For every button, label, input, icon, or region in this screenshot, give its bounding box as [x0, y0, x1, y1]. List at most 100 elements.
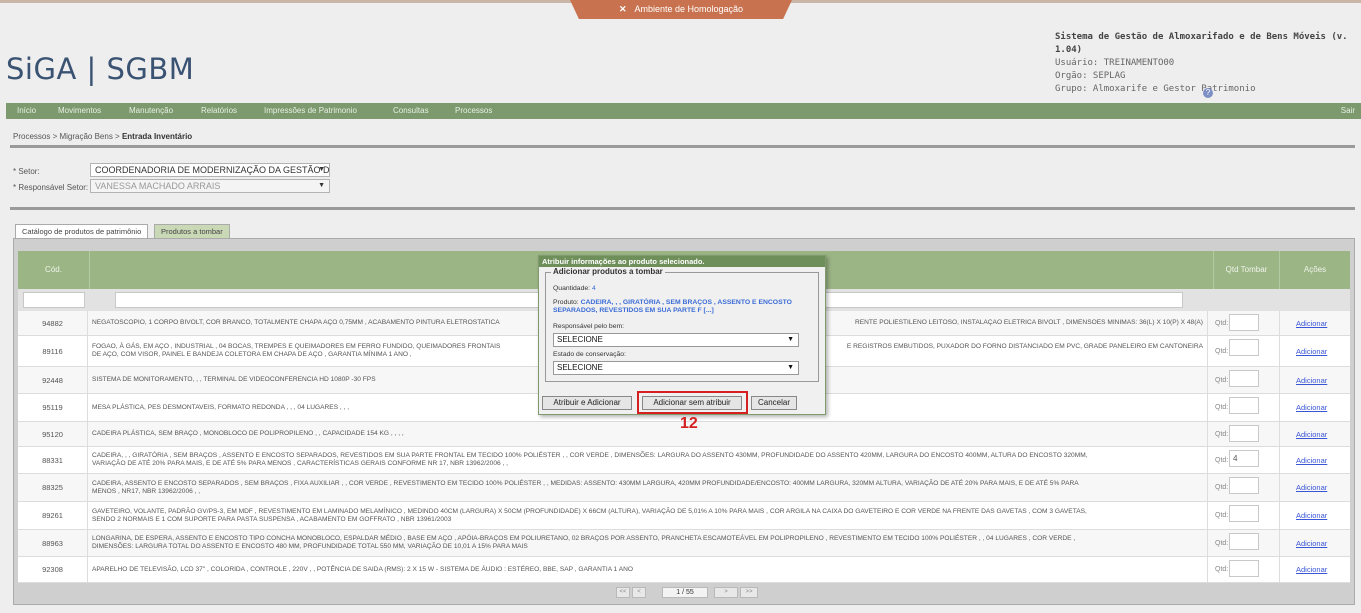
column-divider: [1279, 447, 1280, 473]
org-info: Orgão: SEPLAG: [1055, 71, 1126, 81]
table-row[interactable]: 88325 CADEIRA, ASSENTO E ENCOSTO SEPARADO…: [18, 474, 1350, 502]
quantidade-row: Quantidade: 4: [553, 285, 596, 292]
column-divider: [1279, 336, 1280, 366]
descricao-line-1: LONGARINA, DE ESPERA, ASSENTO E ENCOSTO …: [92, 535, 1076, 542]
add-products-fieldset: Adicionar produtos a tombar Quantidade: …: [545, 267, 819, 382]
system-title: Sistema de Gestão de Almoxarifado e de B…: [1055, 32, 1348, 55]
col-cod[interactable]: Cód.: [18, 251, 90, 289]
descricao-line-2: DIMENSÕES: LARGURA TOTAL DO ASSENTO E EN…: [92, 543, 528, 550]
qtd-input[interactable]: [1229, 397, 1259, 414]
menu-item-inicio[interactable]: Início: [17, 103, 36, 119]
step-highlight-box: [637, 391, 748, 414]
cell-descricao: APARELHO DE TELEVISÃO, LCD 37" , COLORID…: [90, 557, 1208, 582]
pager-last-button[interactable]: >>: [740, 587, 758, 598]
qtd-label: Qtd:: [1215, 404, 1229, 411]
setor-select[interactable]: COORDENADORIA DE MODERNIZAÇÃO DA GESTÃO …: [90, 163, 330, 177]
menu-item-movimentos[interactable]: Movimentos: [58, 103, 101, 119]
logout-link[interactable]: Sair: [1341, 103, 1355, 119]
filter-cod-input[interactable]: [23, 292, 85, 308]
divider: [10, 145, 1355, 148]
col-qtd-tombar: Qtd Tombar: [1214, 251, 1280, 289]
pager-first-button[interactable]: <<: [616, 587, 630, 598]
tab-produtos-a-tombar[interactable]: Produtos a tombar: [154, 224, 230, 238]
qtd-label: Qtd:: [1215, 484, 1229, 491]
breadcrumb: Processos > Migração Bens > Entrada Inve…: [13, 132, 192, 141]
produto-value: CADEIRA, , , GIRATÓRIA , SEM BRAÇOS , AS…: [553, 299, 792, 314]
cell-cod: 92308: [18, 557, 88, 582]
adicionar-link[interactable]: Adicionar: [1296, 447, 1327, 473]
cell-cod: 88963: [18, 530, 88, 556]
column-divider: [1279, 394, 1280, 421]
descricao-line-1: CADEIRA, , , GIRATÓRIA , SEM BRAÇOS , AS…: [92, 452, 1088, 459]
column-divider: [1279, 367, 1280, 393]
qtd-input[interactable]: [1229, 425, 1259, 442]
adicionar-link[interactable]: Adicionar: [1296, 557, 1327, 582]
system-info: Sistema de Gestão de Almoxarifado e de B…: [1055, 31, 1361, 96]
help-icon[interactable]: ?: [1203, 88, 1213, 98]
col-acoes: Ações: [1303, 265, 1327, 274]
menu-item-impressoes[interactable]: Impressões de Patrimonio: [264, 103, 357, 119]
atribuir-adicionar-button[interactable]: Atribuir e Adicionar: [542, 396, 632, 410]
cell-cod: 94882: [18, 311, 88, 335]
column-divider: [1279, 474, 1280, 501]
cell-descricao: LONGARINA, DE ESPERA, ASSENTO E ENCOSTO …: [90, 530, 1208, 556]
adicionar-link[interactable]: Adicionar: [1296, 530, 1327, 556]
breadcrumb-current: Entrada Inventário: [121, 132, 193, 141]
environment-banner: ✕ Ambiente de Homologação: [570, 0, 792, 19]
pager-prev-button[interactable]: <: [632, 587, 646, 598]
quantidade-label: Quantidade:: [553, 285, 591, 292]
pager-next-button[interactable]: >: [714, 587, 738, 598]
qtd-input[interactable]: [1229, 339, 1259, 356]
descricao-line-right: RENTE POLIESTILENO LEITOSO, INSTALAÇAO E…: [855, 319, 1203, 326]
cancelar-button[interactable]: Cancelar: [751, 396, 797, 410]
table-row[interactable]: 92308 APARELHO DE TELEVISÃO, LCD 37" , CO…: [18, 557, 1350, 583]
qtd-label: Qtd:: [1215, 430, 1229, 438]
adicionar-link[interactable]: Adicionar: [1296, 502, 1327, 529]
qtd-input[interactable]: 4: [1229, 450, 1259, 467]
chevron-down-icon: ▼: [318, 166, 325, 173]
responsavel-bem-label: Responsável pelo bem:: [553, 323, 625, 330]
cell-cod: 89116: [18, 336, 88, 366]
adicionar-link[interactable]: Adicionar: [1296, 394, 1327, 421]
adicionar-link[interactable]: Adicionar: [1296, 474, 1327, 501]
table-row[interactable]: 89261 GAVETEIRO, VOLANTE, PADRÃO GV/PS-3,…: [18, 502, 1350, 530]
column-divider: [1279, 311, 1280, 335]
adicionar-link[interactable]: Adicionar: [1296, 367, 1327, 393]
tab-catalogo[interactable]: Catálogo de produtos de patrimônio: [15, 224, 149, 238]
adicionar-link[interactable]: Adicionar: [1296, 311, 1327, 335]
estado-conservacao-label: Estado de conservação:: [553, 351, 626, 358]
menu-item-processos[interactable]: Processos: [455, 103, 492, 119]
descricao-line-1: CADEIRA, ASSENTO E ENCOSTO SEPARADOS , S…: [92, 479, 1079, 487]
setor-value: COORDENADORIA DE MODERNIZAÇÃO DA GESTÃO …: [95, 165, 330, 175]
breadcrumb-path: Processos > Migração Bens >: [13, 132, 122, 141]
qtd-input[interactable]: [1229, 533, 1259, 550]
qtd-input[interactable]: [1229, 477, 1259, 494]
cell-cod: 88331: [18, 447, 88, 473]
cell-cod: 88325: [18, 474, 88, 501]
dialog-title[interactable]: Atribuir informações ao produto selecion…: [539, 256, 825, 267]
qtd-input[interactable]: [1229, 370, 1259, 387]
pager-info: 1 / 55: [662, 587, 708, 598]
adicionar-link[interactable]: Adicionar: [1296, 422, 1327, 446]
adicionar-link[interactable]: Adicionar: [1296, 336, 1327, 366]
table-row[interactable]: 88963 LONGARINA, DE ESPERA, ASSENTO E ENC…: [18, 530, 1350, 557]
main-menu: Início Movimentos Manutenção Relatórios …: [6, 103, 1361, 119]
qtd-input[interactable]: [1229, 505, 1259, 522]
app-logo: SiGA | SGBM: [6, 52, 195, 86]
menu-item-relatorios[interactable]: Relatórios: [201, 103, 237, 119]
responsavel-setor-value: VANESSA MACHADO ARRAIS: [95, 181, 221, 191]
chevron-down-icon: ▼: [787, 364, 794, 371]
menu-item-manutencao[interactable]: Manutenção: [129, 103, 173, 119]
table-row[interactable]: 88331 CADEIRA, , , GIRATÓRIA , SEM BRAÇOS…: [18, 447, 1350, 474]
environment-label: Ambiente de Homologação: [634, 4, 744, 14]
responsavel-setor-select: VANESSA MACHADO ARRAIS ▼: [90, 179, 330, 193]
qtd-input[interactable]: [1229, 314, 1259, 331]
estado-conservacao-select[interactable]: SELECIONE ▼: [553, 361, 799, 375]
menu-item-consultas[interactable]: Consultas: [393, 103, 429, 119]
qtd-input[interactable]: [1229, 560, 1259, 577]
estado-conservacao-value: SELECIONE: [557, 363, 603, 372]
responsavel-bem-select[interactable]: SELECIONE ▼: [553, 333, 799, 347]
qtd-label: Qtd:: [1215, 319, 1229, 327]
descricao-line-2: SENDO 2 NORMAIS E 1 COM SUPORTE PARA PAS…: [92, 515, 452, 523]
user-info: Usuário: TREINAMENTO00: [1055, 58, 1175, 68]
